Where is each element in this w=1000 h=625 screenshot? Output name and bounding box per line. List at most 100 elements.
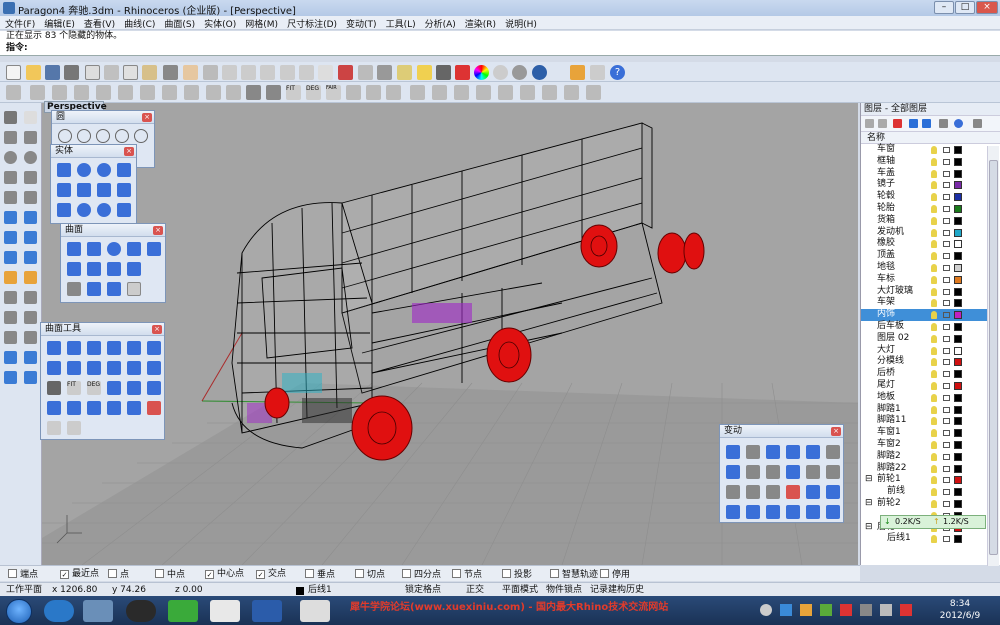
layer-row[interactable]: 车窗2 [861,439,987,451]
dimension-tool-icon[interactable] [4,351,17,364]
layer-row[interactable]: ⊟ 前轮1 [861,474,987,486]
layer-row[interactable]: 发动机 [861,227,987,239]
light-bulb-icon[interactable] [931,146,937,154]
layer-name[interactable]: 大灯玻璃 [877,286,913,298]
blend-curve-icon[interactable] [118,85,133,100]
planar-surface-icon[interactable] [87,242,101,256]
text-tool-icon[interactable] [24,351,37,364]
light-bulb-icon[interactable] [931,169,937,178]
layer-color-swatch[interactable] [954,181,962,190]
app-taskbar-icon[interactable] [210,600,240,622]
osnap-checkbox[interactable] [108,569,117,578]
layer-name[interactable]: 轮胎 [877,203,895,215]
adjust-seam-icon[interactable] [564,85,579,100]
curvature-icon[interactable] [454,85,469,100]
align-icon[interactable] [746,485,760,499]
isocurve-icon[interactable] [147,381,161,395]
delete-layer-icon[interactable] [893,119,902,128]
layer-name[interactable]: 前线 [887,486,905,498]
adjust-end-bulge-icon[interactable] [47,401,61,415]
tray-network-icon[interactable] [780,604,792,616]
layer-name-column-header[interactable]: 名称 [861,132,1000,144]
match-surface-icon[interactable] [47,381,61,395]
walk-person-2-icon[interactable] [266,85,281,100]
osnap-checkbox[interactable]: ✓ [256,570,265,579]
osnap-option[interactable]: ✓ 中心点 [205,569,244,580]
layer-name[interactable]: 内饰 [877,309,895,321]
smooth-icon[interactable] [826,485,840,499]
taper-icon[interactable] [786,465,800,479]
layer-name[interactable]: 大灯 [877,345,895,357]
freeform-tool-icon[interactable] [24,191,37,204]
symmetric-icon[interactable] [476,85,491,100]
close-icon[interactable]: × [153,226,163,235]
layer-row[interactable]: 前线 [861,486,987,498]
menu-solid[interactable]: 实体(O) [199,16,240,30]
layer-row[interactable]: 脚踏1 [861,404,987,416]
light-bulb-icon[interactable] [931,358,937,367]
osnap-toggle[interactable]: 物件锁点 [546,585,582,596]
layer-name[interactable]: 车标 [877,274,895,286]
light-bulb-icon[interactable] [417,65,432,80]
torus-icon[interactable] [97,203,111,217]
layer-name[interactable]: 后线1 [887,533,911,545]
fair-icon[interactable]: FAIR [326,85,341,100]
car-wireframe-icon[interactable] [358,65,373,80]
drape-icon[interactable] [87,282,101,296]
osnap-option[interactable]: ✓ 最近点 [60,569,99,580]
light-bulb-icon[interactable] [931,311,937,320]
layer-color-swatch[interactable] [954,464,962,473]
loft-surface-icon[interactable] [147,242,161,256]
arc-icon[interactable] [74,85,89,100]
curve-icon[interactable] [52,85,67,100]
light-bulb-icon[interactable] [931,216,937,225]
layer-name[interactable]: 车窗1 [877,427,901,439]
layer-color-swatch[interactable] [954,311,962,320]
rhino-taskbar-icon[interactable] [300,600,330,622]
insert-knot-icon[interactable] [386,85,401,100]
cylinder-icon[interactable] [57,203,71,217]
stretch-icon[interactable] [786,505,800,519]
edge-surface-icon[interactable] [107,242,121,256]
lock-icon[interactable] [943,217,950,224]
surface-3pt-icon[interactable] [67,242,81,256]
select-arrow-icon[interactable] [4,111,17,124]
lock-icon[interactable] [943,453,950,460]
lock-icon[interactable] [943,182,950,189]
undo-icon[interactable] [163,65,178,80]
layer-color-swatch[interactable] [954,146,962,154]
mirror-icon[interactable] [806,445,820,459]
light-bulb-icon[interactable] [931,405,937,414]
save-icon[interactable] [45,65,60,80]
layer-color-swatch[interactable] [954,228,962,237]
fillet-tool-icon[interactable] [4,331,17,344]
zoom-selected-icon[interactable] [280,65,295,80]
chamfer-tool-icon[interactable] [24,331,37,344]
blend-surface-icon[interactable] [107,341,121,355]
mesh-tool-icon[interactable] [24,231,37,244]
circle-center-icon[interactable] [58,129,72,143]
menu-analyze[interactable]: 分析(A) [420,16,460,30]
squish-icon[interactable] [127,401,141,415]
lock-icon[interactable] [943,300,950,307]
explode-tool-icon[interactable] [24,271,37,284]
scrollbar-thumb[interactable] [989,160,998,555]
status-cplane[interactable]: 工作平面 [6,585,42,596]
lock-icon[interactable] [943,477,950,484]
sweep1-icon[interactable] [87,262,101,276]
polygon-tool-icon[interactable] [4,191,17,204]
lock-icon[interactable] [943,170,950,177]
light-bulb-icon[interactable] [931,287,937,296]
maelstrom-icon[interactable] [806,505,820,519]
filter-icon[interactable] [939,119,948,128]
layer-name[interactable]: 发动机 [877,227,904,239]
expand-collapse-icon[interactable]: ⊟ [865,522,873,534]
layer-name[interactable]: 前轮1 [877,474,901,486]
lock-icon[interactable] [943,465,950,472]
tray-close-icon[interactable] [900,604,912,616]
layer-color-swatch[interactable] [954,287,962,296]
array-icon[interactable] [806,465,820,479]
curve-deviation-icon[interactable] [498,85,513,100]
lock-icon[interactable] [943,194,950,201]
light-bulb-icon[interactable] [931,429,937,438]
